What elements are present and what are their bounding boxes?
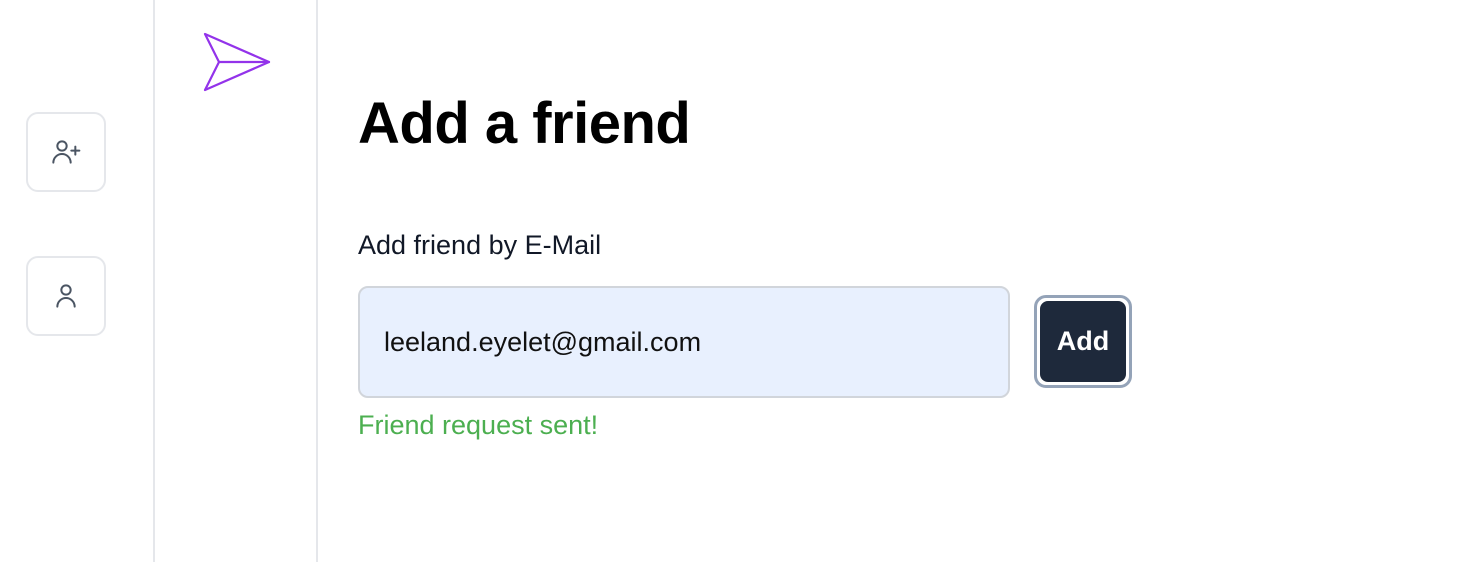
email-input[interactable] xyxy=(358,286,1010,398)
icon-rail xyxy=(0,0,155,562)
add-friend-nav-button[interactable] xyxy=(26,112,106,192)
email-field-label: Add friend by E-Mail xyxy=(358,230,602,260)
user-plus-icon xyxy=(52,140,81,164)
user-icon xyxy=(56,284,76,308)
app-logo[interactable] xyxy=(203,30,271,94)
add-button-focus-ring: Add xyxy=(1034,295,1132,388)
app-root: Add a friend Add friend by E-Mail Add Fr… xyxy=(0,0,1482,562)
status-message: Friend request sent! xyxy=(358,410,599,440)
main-content: Add a friend Add friend by E-Mail Add Fr… xyxy=(358,0,1482,562)
logo-column xyxy=(155,0,318,562)
profile-nav-button[interactable] xyxy=(26,256,106,336)
page-title: Add a friend xyxy=(358,91,691,156)
add-button[interactable]: Add xyxy=(1040,301,1126,382)
paper-plane-icon xyxy=(203,32,271,92)
